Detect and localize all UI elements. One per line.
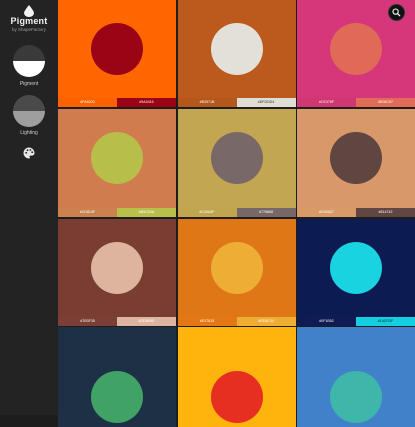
- swatch-circle: [330, 23, 382, 75]
- swatch-circle: [330, 131, 382, 184]
- pigment-mode-icon[interactable]: [13, 45, 45, 77]
- pigment-mode-label[interactable]: Pigment: [0, 81, 58, 87]
- swatch-circle: [91, 131, 143, 184]
- dot-code-chip[interactable]: #776868: [236, 208, 296, 217]
- background-code-chip[interactable]: #0F1B52: [297, 316, 356, 326]
- swatch-card[interactable]: #C2A64F #776868: [177, 108, 296, 217]
- color-code-bar: #CD814F #B9C04A: [58, 208, 176, 217]
- swatch-card[interactable]: [58, 327, 176, 427]
- lighting-mode-icon[interactable]: [13, 95, 45, 127]
- swatch-card[interactable]: #0F1B52 #14CFDF: [297, 218, 415, 326]
- app-subtitle: by ShapeFactory: [11, 27, 47, 32]
- swatch-circle: [330, 241, 382, 294]
- dot-code-chip[interactable]: #EEAE34: [236, 316, 296, 326]
- background-code-chip[interactable]: #CD814F: [58, 208, 117, 217]
- swatch-card[interactable]: [177, 327, 296, 427]
- palette-icon[interactable]: [23, 147, 35, 159]
- color-code-bar: #FA6200 #9A0415: [58, 98, 176, 107]
- search-icon: [392, 8, 401, 17]
- dot-code-chip[interactable]: #B9C04A: [117, 208, 176, 217]
- swatch-card[interactable]: #7B3F35 #DDB59E: [58, 218, 176, 326]
- swatch-circle: [210, 131, 263, 184]
- dot-code-chip[interactable]: #DDB59E: [117, 316, 176, 326]
- swatch-circle: [91, 241, 143, 294]
- swatch-circle: [210, 241, 263, 294]
- dot-code-chip[interactable]: #614742: [356, 208, 415, 217]
- swatch-card[interactable]: #FA6200 #9A0415: [58, 0, 176, 107]
- swatch-card[interactable]: #CD814F #B9C04A: [58, 108, 176, 217]
- swatch-card[interactable]: [297, 327, 415, 427]
- dot-code-chip[interactable]: #DFDDD4: [236, 98, 296, 107]
- background-code-chip[interactable]: #7B3F35: [58, 316, 117, 326]
- color-code-bar: #CE376F #E06C57: [297, 98, 415, 107]
- background-code-chip[interactable]: #C2A64F: [177, 208, 237, 217]
- swatch-card[interactable]: #B3571B #DFDDD4: [177, 0, 296, 107]
- swatch-card[interactable]: #E37815 #EEAE34: [177, 218, 296, 326]
- sidebar: Pigment by ShapeFactory Pigment Lighting: [0, 0, 58, 415]
- app-title: Pigment: [10, 16, 48, 26]
- dot-code-chip[interactable]: #14CFDF: [356, 316, 415, 326]
- swatch-circle: [91, 23, 143, 75]
- swatch-card[interactable]: #D99A67 #614742: [297, 108, 415, 217]
- background-code-chip[interactable]: #E37815: [177, 316, 237, 326]
- color-code-bar: #0F1B52 #14CFDF: [297, 316, 415, 326]
- color-code-bar: #D99A67 #614742: [297, 208, 415, 217]
- search-button[interactable]: [388, 4, 405, 21]
- color-code-bar: #E37815 #EEAE34: [177, 316, 296, 326]
- dot-code-chip[interactable]: #9A0415: [117, 98, 176, 107]
- background-code-chip[interactable]: #B3571B: [177, 98, 237, 107]
- swatch-circle: [210, 23, 263, 75]
- background-code-chip[interactable]: #FA6200: [58, 98, 117, 107]
- dot-code-chip[interactable]: #E06C57: [356, 98, 415, 107]
- swatch-grid: #FA6200 #9A0415 #B3571B #DFDDD4 #CE376F #E06C…: [58, 0, 415, 427]
- color-code-bar: #7B3F35 #DDB59E: [58, 316, 176, 326]
- background-code-chip[interactable]: #CE376F: [297, 98, 356, 107]
- color-code-bar: #B3571B #DFDDD4: [177, 98, 296, 107]
- background-code-chip[interactable]: #D99A67: [297, 208, 356, 217]
- color-code-bar: #C2A64F #776868: [177, 208, 296, 217]
- lighting-mode-label[interactable]: Lighting: [0, 130, 58, 136]
